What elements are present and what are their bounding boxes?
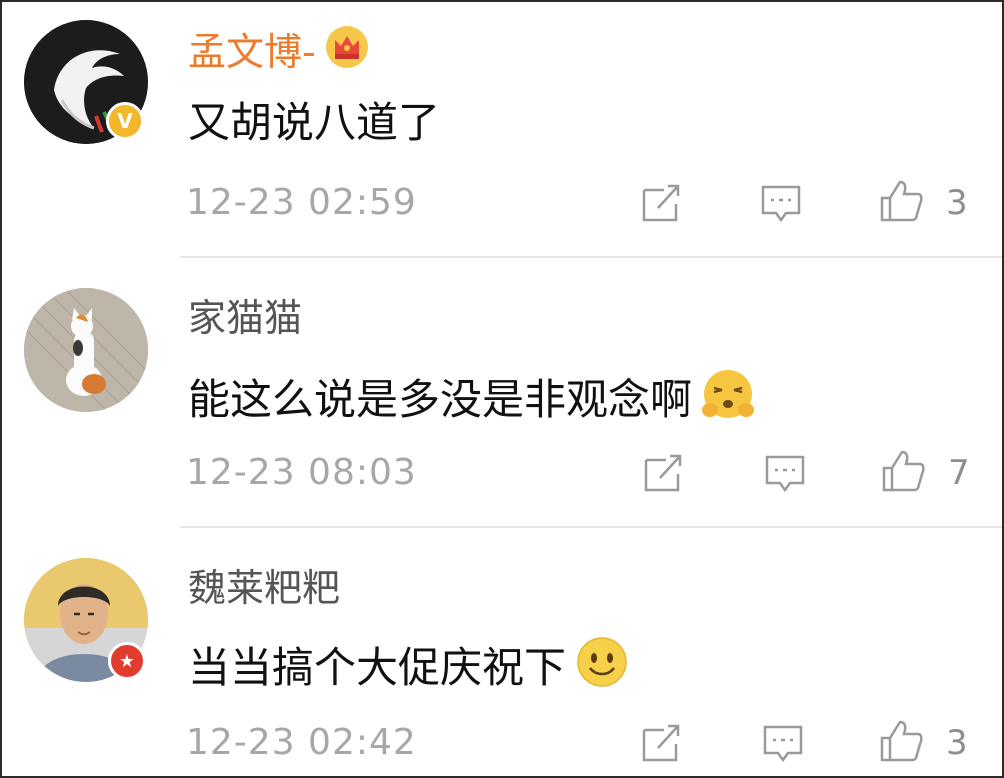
username[interactable]: 家猫猫 xyxy=(188,296,302,340)
comment-text-row: 能这么说是多没是非观念啊 xyxy=(188,366,756,433)
comment-icon[interactable] xyxy=(758,180,804,226)
like-icon[interactable] xyxy=(878,718,924,764)
smile-emoji-icon xyxy=(574,634,630,701)
angry-emoji-icon xyxy=(700,366,756,433)
cat-figurine-avatar xyxy=(24,288,148,412)
comment-icon[interactable] xyxy=(762,450,808,496)
repost-icon[interactable] xyxy=(638,720,684,766)
like-count: 7 xyxy=(948,453,970,493)
username[interactable]: 孟文博- xyxy=(188,30,316,74)
like-icon[interactable] xyxy=(880,448,926,494)
comment-text: 又胡说八道了 xyxy=(188,98,441,147)
timestamp: 12-23 02:59 xyxy=(186,182,417,223)
timestamp: 12-23 02:42 xyxy=(186,722,417,763)
comment-list: V 孟文博- 又胡说八道了 12-23 02:59 3 家猫猫 能这么说是多没是… xyxy=(0,0,1004,778)
username[interactable]: 魏莱粑粑 xyxy=(188,566,340,610)
comment-text: 当当搞个大促庆祝下 xyxy=(188,642,567,692)
comment-item: ★ 魏莱粑粑 当当搞个大促庆祝下 12-23 02:42 3 xyxy=(2,528,1002,776)
like-icon[interactable] xyxy=(878,178,924,224)
repost-icon[interactable] xyxy=(638,180,684,226)
comment-item: V 孟文博- 又胡说八道了 12-23 02:59 3 xyxy=(2,2,1002,257)
comment-item: 家猫猫 能这么说是多没是非观念啊 12-23 08:03 7 xyxy=(2,258,1002,526)
comment-text: 能这么说是多没是非观念啊 xyxy=(188,374,693,424)
repost-icon[interactable] xyxy=(640,450,686,496)
crown-icon xyxy=(324,24,370,79)
avatar[interactable] xyxy=(24,288,148,412)
username-row: 孟文博- xyxy=(188,24,370,79)
member-badge: ★ xyxy=(108,642,146,680)
verified-badge: V xyxy=(106,102,144,140)
comment-text-row: 当当搞个大促庆祝下 xyxy=(188,634,630,701)
like-count: 3 xyxy=(946,183,968,223)
comment-icon[interactable] xyxy=(760,720,806,766)
like-count: 3 xyxy=(946,723,968,763)
timestamp: 12-23 08:03 xyxy=(186,452,417,493)
